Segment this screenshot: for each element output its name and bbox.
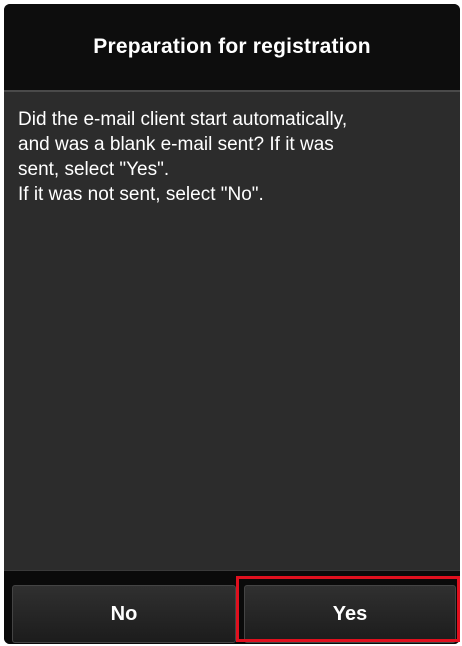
yes-button[interactable]: Yes (244, 585, 456, 643)
dialog-title: Preparation for registration (93, 35, 371, 58)
no-button[interactable]: No (12, 585, 236, 643)
dialog-message: Did the e-mail client start automaticall… (18, 109, 348, 205)
button-bar: No Yes (4, 570, 460, 644)
title-bar: Preparation for registration (4, 4, 460, 90)
printer-panel-screen: Preparation for registration Did the e-m… (4, 4, 460, 644)
title-divider (4, 90, 460, 92)
